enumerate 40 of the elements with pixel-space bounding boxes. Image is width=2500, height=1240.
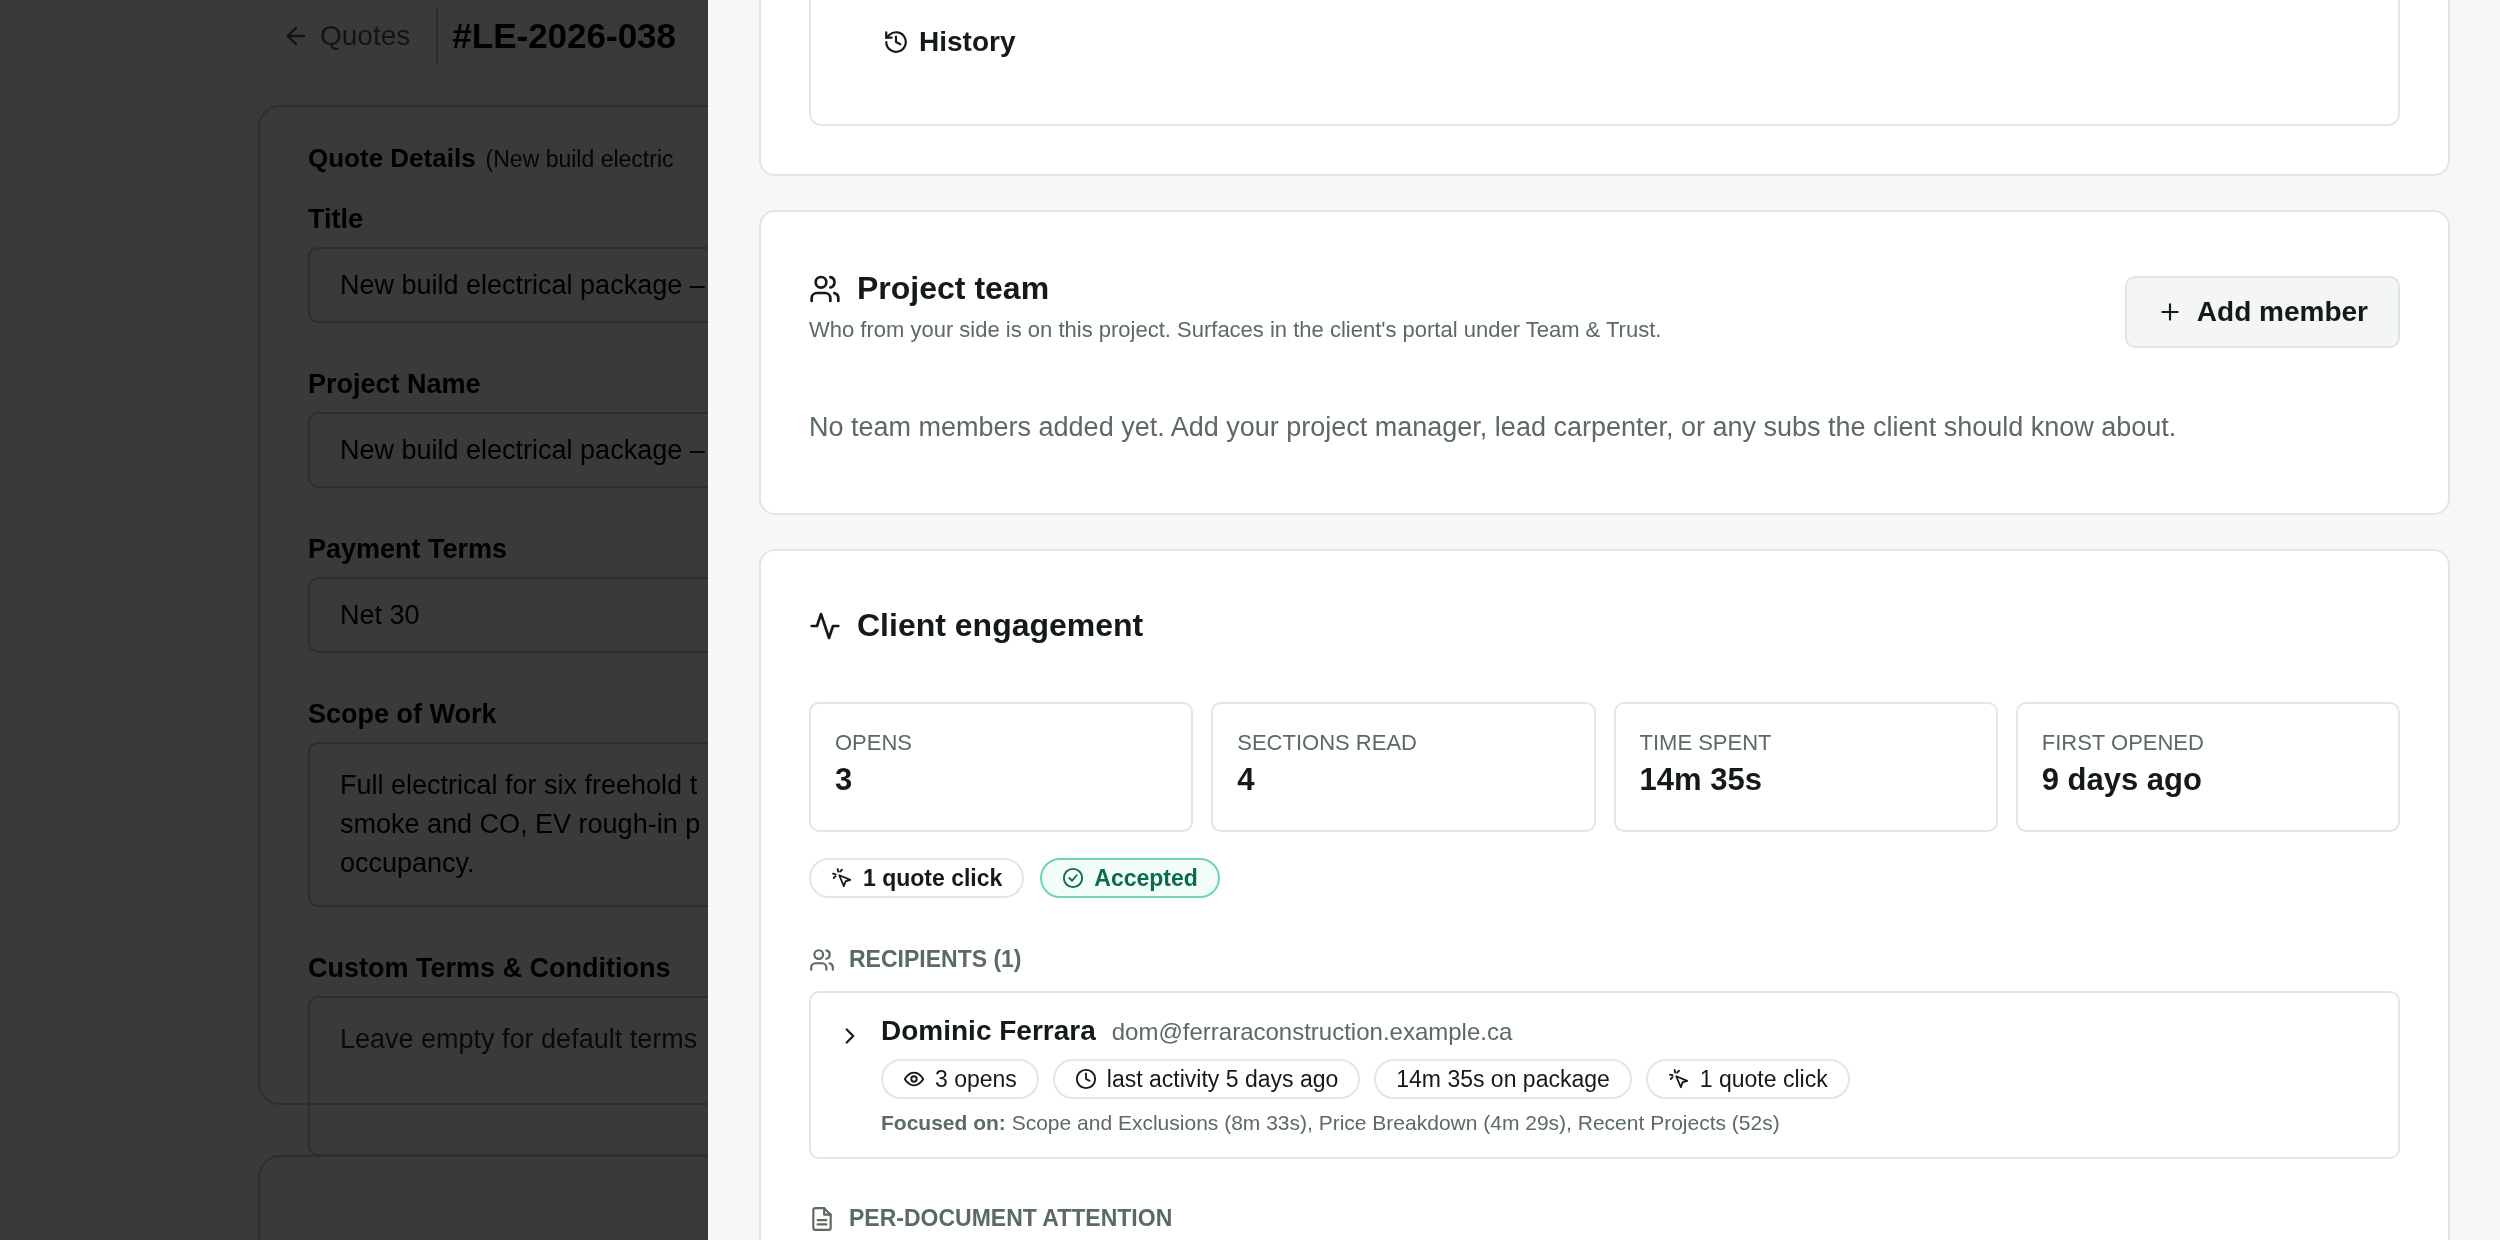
- cursor-click-icon: [831, 867, 853, 889]
- field-label: Payment Terms: [308, 534, 509, 565]
- stat-label: TIME SPENT: [1639, 730, 1773, 756]
- history-button[interactable]: History: [883, 20, 1016, 64]
- recipient-row[interactable]: [809, 991, 2400, 1159]
- history-icon: [883, 29, 909, 55]
- card-description: Who from your side is on this project. Surfaces in the client's portal under Team & Trust.: [809, 317, 1662, 343]
- document-icon: [809, 1205, 835, 1232]
- section-title: Quote Details: [308, 143, 476, 174]
- field-label: Project Name: [308, 369, 482, 400]
- stat-pill: 3 opens: [881, 1059, 1039, 1099]
- add-member-button[interactable]: Add member: [2124, 276, 2400, 348]
- stat-label: FIRST OPENED: [2041, 730, 2205, 756]
- stat-label: OPENS: [835, 730, 914, 756]
- check-circle-icon: [1062, 867, 1085, 889]
- field-label: Scope of Work: [308, 699, 498, 730]
- stat-value: 3: [835, 762, 854, 798]
- section-heading: RECIPIENTS (1): [849, 946, 1022, 973]
- quote-number: #LE-2026-038: [452, 16, 677, 56]
- section-heading: PER-DOCUMENT ATTENTION: [849, 1205, 1173, 1232]
- stat-value: 9 days ago: [2041, 762, 2203, 798]
- cursor-click-icon: [1667, 1068, 1690, 1090]
- recipient-email: dom@ferraraconstruction.example.ca: [1111, 1018, 1513, 1046]
- people-icon: [809, 946, 835, 973]
- count-badge: 1 quote click: [809, 858, 1025, 898]
- stat-pill: 14m 35s on package: [1374, 1059, 1632, 1099]
- stat-pill: last activity 5 days ago: [1052, 1059, 1361, 1099]
- clock-icon: [1074, 1068, 1097, 1090]
- stat-value: 14m 35s: [1639, 762, 1763, 798]
- card-title: Project team: [857, 270, 1050, 307]
- stat-pill: 1 quote click: [1645, 1059, 1850, 1099]
- recipient-name: Dominic Ferrara: [881, 1015, 1096, 1047]
- empty-message: No team members added yet. Add your project manager, lead carpenter, or any subs the client should know about.: [809, 412, 2178, 443]
- status-badge: Accepted: [1040, 858, 1220, 898]
- field-label: Custom Terms & Conditions: [308, 953, 672, 984]
- stat-label: SECTIONS READ: [1237, 730, 1418, 756]
- focus-summary: Focused on: Scope and Exclusions (8m 33s), Price Breakdown (4m 29s), Recent Projects (52s): [881, 1111, 1781, 1135]
- field-label: Title: [308, 204, 364, 235]
- card-title: Client engagement: [857, 607, 1144, 644]
- stat-value: 4: [1237, 762, 1256, 798]
